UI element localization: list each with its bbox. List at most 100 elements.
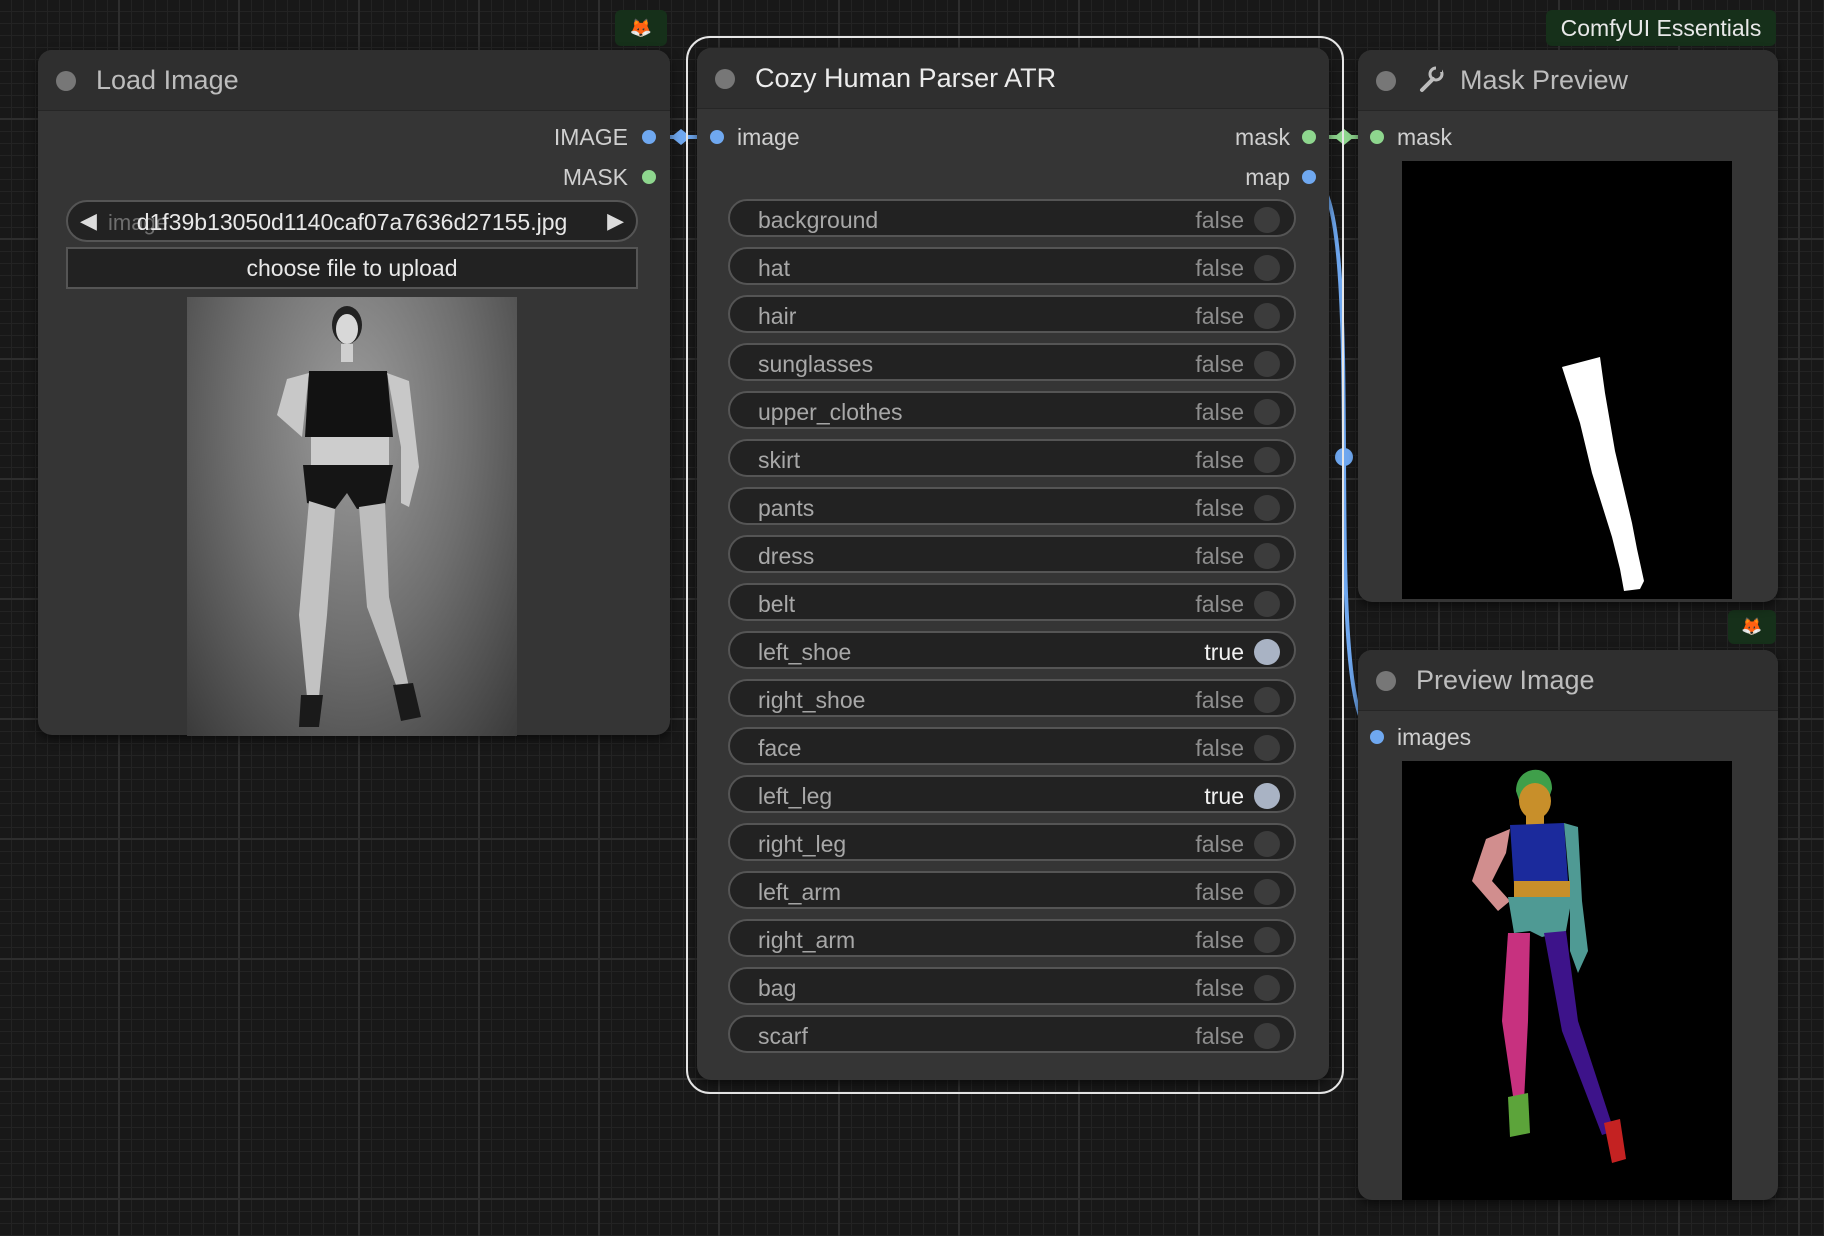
toggle-label: face: [758, 735, 802, 761]
mask-output-slot[interactable]: [642, 170, 656, 184]
toggle-value: false: [1195, 975, 1244, 1001]
collapse-dot[interactable]: [715, 69, 735, 89]
toggle-knob[interactable]: [1254, 543, 1280, 569]
collapse-dot[interactable]: [1376, 671, 1396, 691]
fox-badge-preview: 🦊: [1728, 610, 1776, 644]
toggle-knob[interactable]: [1254, 975, 1280, 1001]
parser-mask-output-label: mask: [1235, 124, 1290, 150]
parser-mask-output-slot[interactable]: [1302, 130, 1316, 144]
upload-button[interactable]: choose file to upload: [66, 247, 638, 289]
toggle-knob[interactable]: [1254, 447, 1280, 473]
toggle-knob[interactable]: [1254, 351, 1280, 377]
parser-title: Cozy Human Parser ATR: [755, 63, 1057, 93]
mask-preview-title-bar[interactable]: Mask Preview: [1358, 50, 1778, 111]
fox-badge-top: 🦊: [615, 10, 667, 46]
toggle-label: hat: [758, 255, 790, 281]
toggle-label: skirt: [758, 447, 801, 473]
essentials-badge: ComfyUI Essentials: [1546, 10, 1776, 46]
toggle-label: scarf: [758, 1023, 808, 1049]
toggle-knob[interactable]: [1254, 207, 1280, 233]
preview-images-input-slot[interactable]: [1370, 730, 1384, 744]
toggle-value: false: [1195, 447, 1244, 473]
toggle-value: false: [1195, 495, 1244, 521]
parser-image-input-label: image: [737, 124, 800, 150]
toggle-left-leg[interactable]: left_leg true: [728, 775, 1296, 813]
fox-icon: 🦊: [629, 18, 653, 38]
toggle-knob[interactable]: [1254, 783, 1280, 809]
toggle-knob[interactable]: [1254, 831, 1280, 857]
toggle-label: dress: [758, 543, 815, 569]
toggle-value: true: [1204, 639, 1244, 665]
toggle-label: hair: [758, 303, 797, 329]
parser-map-output-label: map: [1245, 164, 1290, 190]
toggle-knob[interactable]: [1254, 495, 1280, 521]
toggle-value: false: [1195, 927, 1244, 953]
image-output-label: IMAGE: [553, 124, 628, 150]
toggle-right-shoe[interactable]: right_shoe false: [728, 679, 1296, 717]
toggle-belt[interactable]: belt false: [728, 583, 1296, 621]
collapse-dot[interactable]: [56, 71, 76, 91]
parser-map-output-slot[interactable]: [1302, 170, 1316, 184]
toggle-skirt[interactable]: skirt false: [728, 439, 1296, 477]
preview-image-title: Preview Image: [1416, 665, 1595, 695]
toggle-value: false: [1195, 735, 1244, 761]
toggle-knob[interactable]: [1254, 687, 1280, 713]
toggle-right-leg[interactable]: right_leg false: [728, 823, 1296, 861]
toggle-label: background: [758, 207, 879, 233]
toggle-knob[interactable]: [1254, 591, 1280, 617]
toggle-face[interactable]: face false: [728, 727, 1296, 765]
collapse-dot[interactable]: [1376, 71, 1396, 91]
toggle-background[interactable]: background false: [728, 199, 1296, 237]
wrench-icon: [1416, 64, 1446, 99]
model-figure: [277, 306, 421, 727]
toggle-left-shoe[interactable]: left_shoe true: [728, 631, 1296, 669]
toggle-knob[interactable]: [1254, 255, 1280, 281]
parser-title-bar[interactable]: Cozy Human Parser ATR: [697, 48, 1329, 109]
mask-preview-input-label: mask: [1397, 124, 1452, 150]
toggle-knob[interactable]: [1254, 927, 1280, 953]
parsed-map-preview: [1402, 761, 1732, 1200]
mask-preview-image: [1402, 161, 1732, 599]
toggle-hair[interactable]: hair false: [728, 295, 1296, 333]
loaded-image-preview: [187, 297, 517, 736]
toggle-hat[interactable]: hat false: [728, 247, 1296, 285]
segmentation-map: [1472, 769, 1626, 1163]
toggle-label: pants: [758, 495, 815, 521]
toggle-label: left_arm: [758, 879, 842, 905]
toggle-sunglasses[interactable]: sunglasses false: [728, 343, 1296, 381]
toggle-knob[interactable]: [1254, 399, 1280, 425]
toggle-value: false: [1195, 399, 1244, 425]
toggle-right-arm[interactable]: right_arm false: [728, 919, 1296, 957]
load-image-title: Load Image: [96, 65, 239, 95]
image-file-combo[interactable]: ◀ image d1f39b13050d1140caf07a7636d27155…: [66, 200, 638, 242]
toggle-dress[interactable]: dress false: [728, 535, 1296, 573]
toggle-value: false: [1195, 1023, 1244, 1049]
toggle-label: right_arm: [758, 927, 856, 953]
toggle-value: true: [1204, 783, 1244, 809]
toggle-knob[interactable]: [1254, 303, 1280, 329]
toggle-left-arm[interactable]: left_arm false: [728, 871, 1296, 909]
toggle-value: false: [1195, 879, 1244, 905]
mask-preview-input-slot[interactable]: [1370, 130, 1384, 144]
toggle-knob[interactable]: [1254, 639, 1280, 665]
toggle-upper-clothes[interactable]: upper_clothes false: [728, 391, 1296, 429]
toggle-pants[interactable]: pants false: [728, 487, 1296, 525]
toggle-label: right_shoe: [758, 687, 866, 713]
toggle-label: upper_clothes: [758, 399, 903, 425]
load-image-title-bar[interactable]: Load Image: [38, 50, 670, 111]
toggle-label: sunglasses: [758, 351, 874, 377]
preview-image-title-bar[interactable]: Preview Image: [1358, 650, 1778, 711]
toggle-knob[interactable]: [1254, 879, 1280, 905]
toggle-knob[interactable]: [1254, 735, 1280, 761]
toggle-label: right_leg: [758, 831, 847, 857]
image-output-slot[interactable]: [642, 130, 656, 144]
toggle-scarf[interactable]: scarf false: [728, 1015, 1296, 1053]
toggle-value: false: [1195, 543, 1244, 569]
combo-next-arrow[interactable]: ▶: [607, 208, 624, 234]
parser-image-input-slot[interactable]: [710, 130, 724, 144]
toggle-knob[interactable]: [1254, 1023, 1280, 1049]
fox-icon: 🦊: [1741, 617, 1763, 636]
toggle-bag[interactable]: bag false: [728, 967, 1296, 1005]
mask-output-label: MASK: [562, 164, 628, 190]
toggle-value: false: [1195, 831, 1244, 857]
